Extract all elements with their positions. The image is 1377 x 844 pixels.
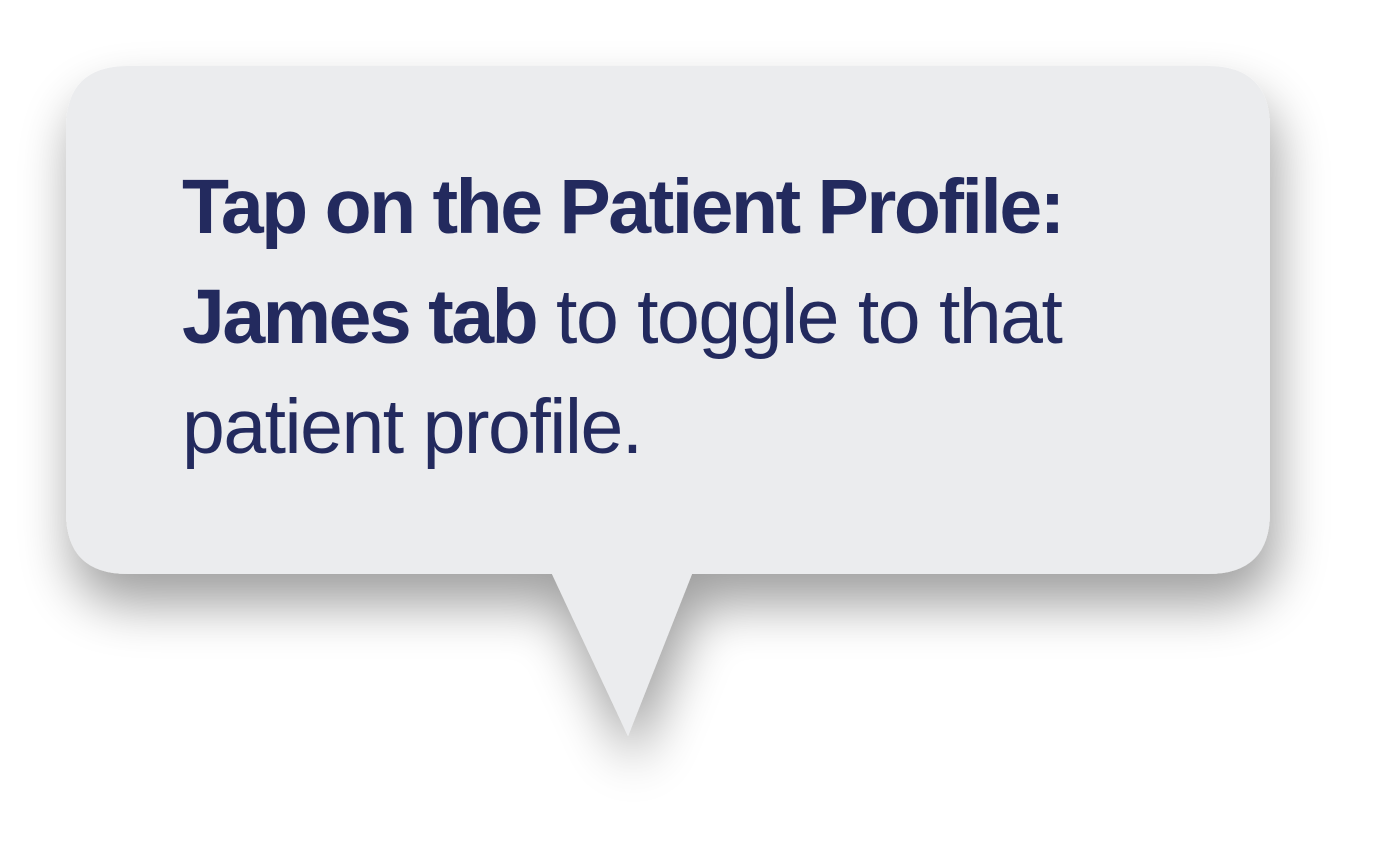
tooltip-stage: Tap on the Patient Profile: James tab to…	[0, 0, 1377, 844]
tooltip-message: Tap on the Patient Profile: James tab to…	[182, 152, 1182, 482]
